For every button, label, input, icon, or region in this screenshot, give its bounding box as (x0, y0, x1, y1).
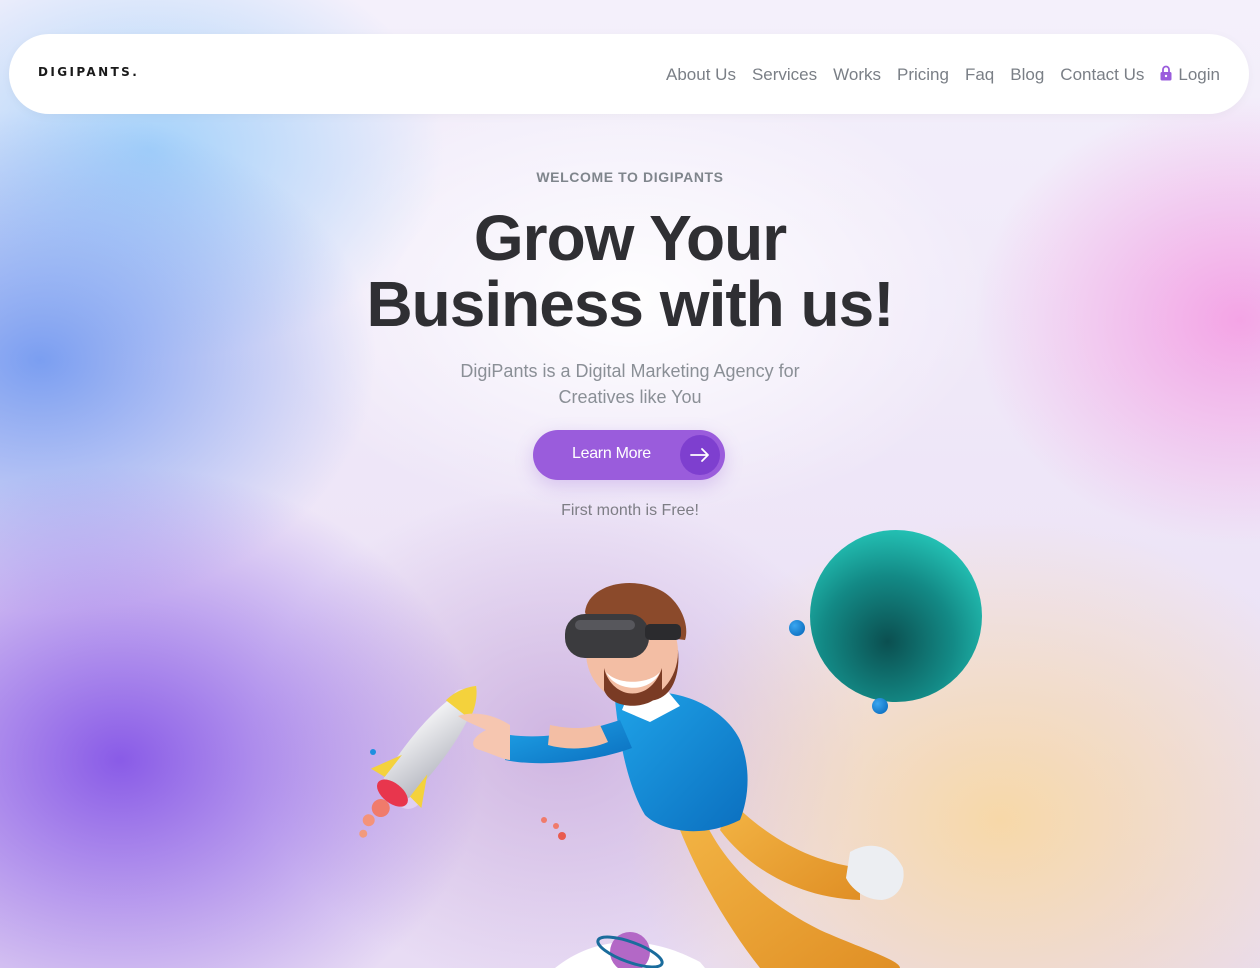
hero-headline-line1: Grow Your (473, 202, 787, 274)
bottom-mound-graphic (555, 932, 705, 968)
learn-more-label: Learn More (572, 445, 651, 462)
arrow-right-icon (680, 435, 720, 475)
login-link[interactable]: Login (1160, 65, 1220, 85)
nav-pricing[interactable]: Pricing (897, 65, 949, 85)
nav-contact-us[interactable]: Contact Us (1060, 65, 1144, 85)
nav-faq[interactable]: Faq (965, 65, 994, 85)
rocket-graphic (359, 685, 566, 840)
nav-services[interactable]: Services (752, 65, 817, 85)
lock-icon (1160, 65, 1172, 81)
hero-headline: Grow Your Business with us! (0, 205, 1260, 337)
nav-about-us[interactable]: About Us (666, 65, 736, 85)
planet-graphic (789, 530, 982, 714)
hero-eyebrow: WELCOME TO DIGIPANTS (536, 169, 724, 185)
free-month-note: First month is Free! (561, 502, 699, 519)
navbar: DIGIPANTS. About Us Services Works Prici… (9, 34, 1249, 114)
nav-blog[interactable]: Blog (1010, 65, 1044, 85)
hero-headline-line2: Business with us! (366, 268, 894, 340)
hero-subtext: DigiPants is a Digital Marketing Agency … (460, 361, 800, 407)
vr-person-graphic (458, 583, 904, 968)
main-nav: About Us Services Works Pricing Faq Blog… (666, 65, 1220, 85)
learn-more-button[interactable]: Learn More (533, 430, 725, 480)
page: DIGIPANTS. About Us Services Works Prici… (0, 0, 1260, 968)
login-label: Login (1178, 65, 1220, 84)
brand-logo[interactable]: DIGIPANTS. (38, 65, 139, 79)
nav-works[interactable]: Works (833, 65, 881, 85)
hero-illustration (359, 530, 982, 968)
